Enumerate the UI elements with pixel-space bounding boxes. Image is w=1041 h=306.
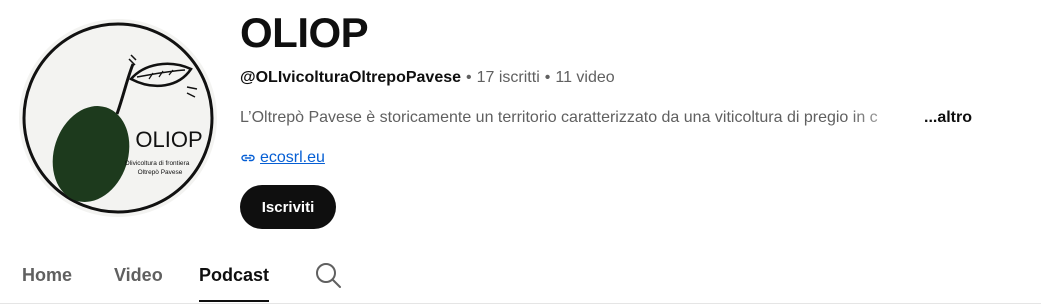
logo-subtitle-1: Olivicoltura di frontiera [125,160,190,167]
channel-handle: @OLIvicolturaOltrepoPavese [240,69,462,86]
channel-description[interactable]: L’Oltrepò Pavese è storicamente un terri… [240,107,972,129]
tab-home[interactable]: Home [22,262,72,288]
description-text: L’Oltrepò Pavese è storicamente un terri… [240,109,878,126]
video-count: 11 video [555,69,615,86]
subscribe-button[interactable]: Iscriviti [240,185,336,229]
subscriber-count: 17 iscritti [476,69,540,86]
channel-link[interactable]: ecosrl.eu [240,147,325,169]
meta-separator: • [544,69,551,86]
logo-text: OLIOP [135,127,202,152]
logo-subtitle-2: Oltrepò Pavese [138,169,183,176]
olive-logo: OLIOP Olivicoltura di frontiera Oltrepò … [22,22,214,214]
meta-separator: • [466,69,472,86]
channel-meta: @OLIvicolturaOltrepoPavese • 17 iscritti • 1… [240,67,615,89]
search-icon[interactable] [314,261,342,289]
channel-avatar[interactable]: OLIOP Olivicoltura di frontiera Oltrepò … [19,19,217,217]
tab-video[interactable]: Video [114,262,163,288]
description-more-button[interactable]: ...altro [924,109,972,126]
link-icon [240,150,256,166]
channel-link-text[interactable]: ecosrl.eu [260,147,325,169]
channel-tabs: Home Video Podcast [0,250,1041,306]
channel-name: OLIOP [240,9,369,56]
tab-podcast[interactable]: Podcast [199,262,270,302]
tabs-divider [0,303,1041,304]
